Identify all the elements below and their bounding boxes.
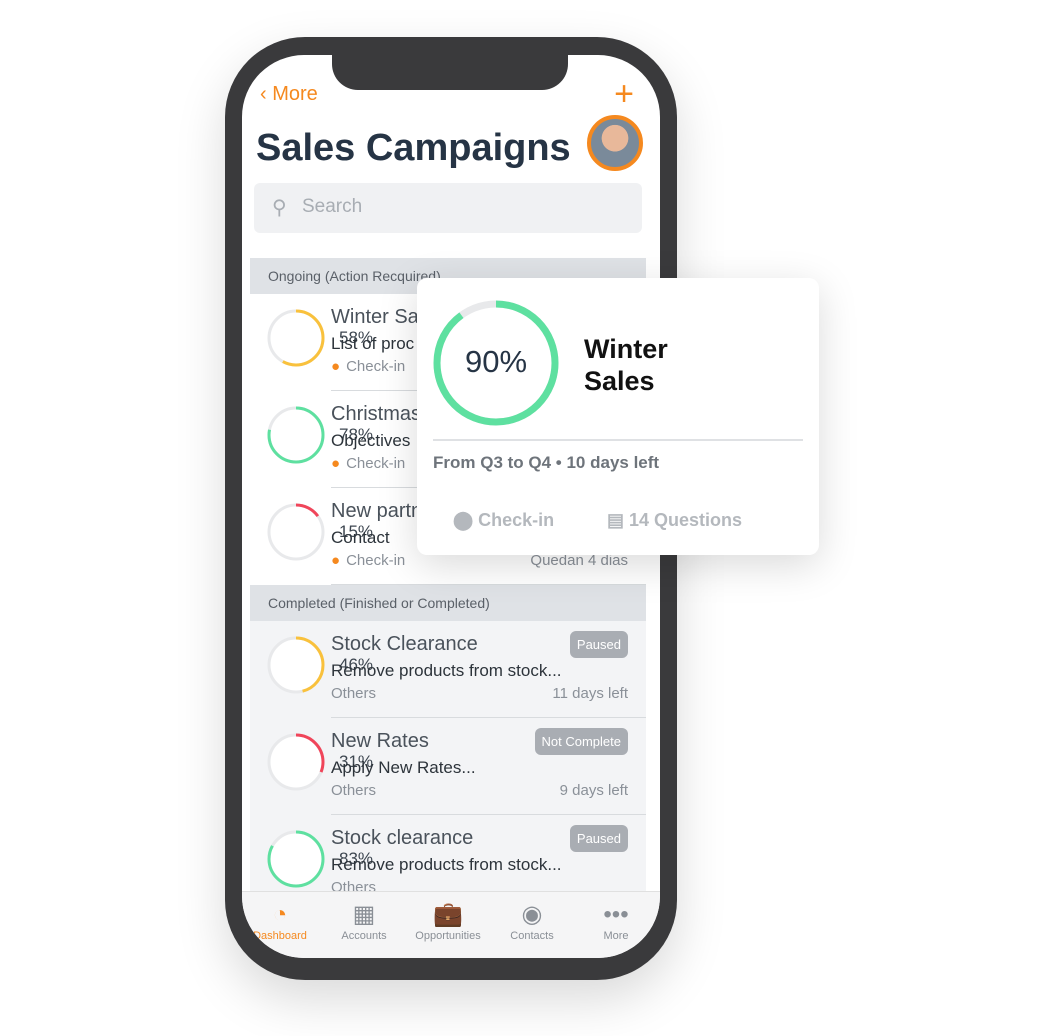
popup-progress-label: 90%	[464, 344, 528, 379]
more-icon: •••	[603, 901, 629, 928]
item-subtitle: Objectives	[331, 431, 411, 450]
tab-bar: ◔ Dashboard ▦ Accounts 💼 Opportunities ◉ Contac…	[242, 891, 660, 958]
tab-dashboard[interactable]: ◔ Dashboard	[242, 900, 322, 942]
location-pin-icon: ●	[331, 358, 341, 375]
tab-accounts[interactable]: ▦ Accounts	[322, 900, 406, 942]
avatar[interactable]	[587, 115, 643, 171]
building-icon: ▦	[352, 901, 376, 928]
search-input[interactable]: ⚲ Search	[254, 183, 642, 233]
popup-title: Winter Sales	[584, 334, 668, 396]
dashboard-icon: ◔	[272, 901, 288, 928]
item-meta: ● Check-in	[331, 455, 406, 472]
item-subtitle: Remove products from stock...	[331, 661, 562, 680]
progress-ring: 31%	[266, 732, 373, 792]
item-title: Christmas	[331, 403, 422, 425]
tab-opportunities[interactable]: 💼 Opportunities	[406, 900, 490, 942]
divider	[433, 439, 803, 441]
chevron-left-icon: ‹	[260, 83, 273, 105]
status-badge: Not Complete	[534, 728, 628, 755]
person-icon: ◉	[521, 901, 543, 928]
item-subtitle: Contact	[331, 528, 390, 547]
item-time-left: 11 days left	[552, 685, 628, 702]
item-subtitle: List of proc	[331, 334, 415, 353]
item-meta: ● Check-in	[331, 358, 406, 375]
progress-ring: 83%	[266, 829, 373, 889]
progress-ring: 78%	[266, 405, 373, 465]
item-title: New Rates	[331, 730, 429, 752]
list-item[interactable]: 46% Stock Clearance Remove products from…	[250, 621, 646, 718]
list-item[interactable]: 31% New Rates Apply New Rates... Others …	[250, 718, 646, 815]
status-badge: Paused	[569, 825, 628, 852]
location-pin-icon: ⬤	[453, 510, 479, 530]
section-header: Completed (Finished or Completed)	[250, 585, 646, 621]
back-button[interactable]: ‹ More	[260, 83, 318, 106]
item-title: New partn	[331, 500, 423, 522]
item-title: Winter Sa	[331, 306, 419, 328]
search-icon: ⚲	[272, 197, 287, 219]
status-badge: Paused	[569, 631, 628, 658]
checkin-button[interactable]: ⬤ Check-in	[453, 510, 554, 531]
questions-button[interactable]: ▤ 14 Questions	[607, 510, 742, 531]
popup-description: From Q3 to Q4 • 10 days left	[433, 453, 660, 472]
progress-ring: 46%	[266, 635, 373, 695]
form-edit-icon: ▤	[607, 510, 630, 530]
item-title: Stock clearance	[331, 827, 474, 849]
campaign-popup-card[interactable]: 90% Winter Sales From Q3 to Q4 • 10 days…	[417, 278, 819, 555]
item-meta: Others	[331, 685, 377, 702]
item-meta: ● Check-in	[331, 552, 406, 569]
notch	[332, 55, 568, 90]
briefcase-icon: 💼	[433, 901, 463, 928]
add-icon[interactable]: +	[614, 75, 634, 114]
location-pin-icon: ●	[331, 455, 341, 472]
tab-contacts[interactable]: ◉ Contacts	[490, 900, 574, 942]
item-time-left: 9 days left	[559, 782, 628, 799]
item-meta: Others	[331, 782, 377, 799]
tab-more[interactable]: ••• More	[574, 900, 658, 942]
progress-ring: 15%	[266, 502, 373, 562]
location-pin-icon: ●	[331, 552, 341, 569]
item-title: Stock Clearance	[331, 633, 478, 655]
page-title: Sales Campaigns	[256, 127, 571, 169]
item-subtitle: Remove products from stock...	[331, 855, 562, 874]
progress-ring: 58%	[266, 308, 373, 368]
item-subtitle: Apply New Rates...	[331, 758, 476, 777]
